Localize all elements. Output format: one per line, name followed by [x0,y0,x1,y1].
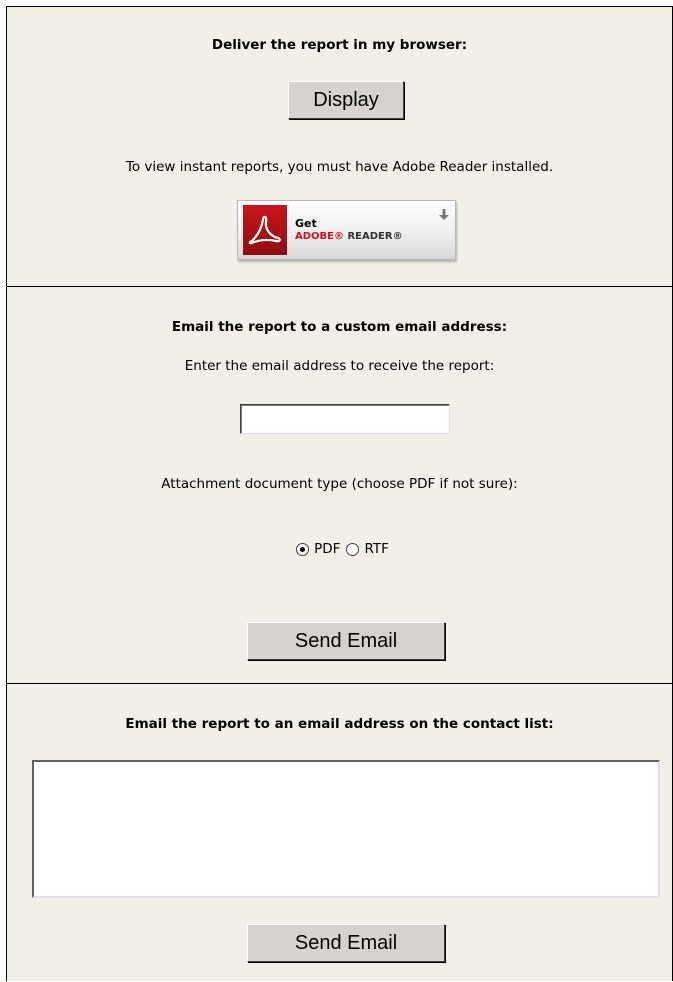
radio-option-rtf[interactable]: RTF [346,541,389,557]
attachment-type-radio-group: PDF RTF [7,541,672,557]
custom-email-heading: Email the report to a custom email addre… [171,319,508,335]
send-email-button-contact[interactable]: Send Email [247,924,445,962]
rtf-radio-label: RTF [364,541,389,557]
download-arrow-icon [439,206,449,225]
send-email-button-custom[interactable]: Send Email [247,622,445,660]
get-adobe-reader-badge[interactable]: Get ADOBE® READER® [237,200,456,260]
adobe-logo-icon [243,205,287,255]
browser-delivery-section: Deliver the report in my browser: Displa… [7,7,672,287]
adobe-get-label: Get [295,217,317,230]
adobe-reader-note: To view instant reports, you must have A… [125,159,554,175]
custom-email-section: Email the report to a custom email addre… [7,287,672,684]
attachment-type-label: Attachment document type (choose PDF if … [161,476,518,492]
report-delivery-panel: Deliver the report in my browser: Displa… [6,6,673,981]
browser-delivery-heading: Deliver the report in my browser: [211,37,468,53]
radio-option-pdf[interactable]: PDF [296,541,340,557]
contact-list-box[interactable] [32,760,660,898]
rtf-radio-button[interactable] [346,542,360,556]
contact-list-section: Email the report to an email address on … [7,684,672,982]
adobe-reader-label: ADOBE® READER® [295,231,403,242]
display-button[interactable]: Display [288,81,404,119]
pdf-radio-button[interactable] [296,542,310,556]
contact-list-heading: Email the report to an email address on … [125,716,554,732]
pdf-radio-label: PDF [314,541,341,557]
email-prompt-label: Enter the email address to receive the r… [184,358,495,374]
email-address-input[interactable] [240,404,450,434]
